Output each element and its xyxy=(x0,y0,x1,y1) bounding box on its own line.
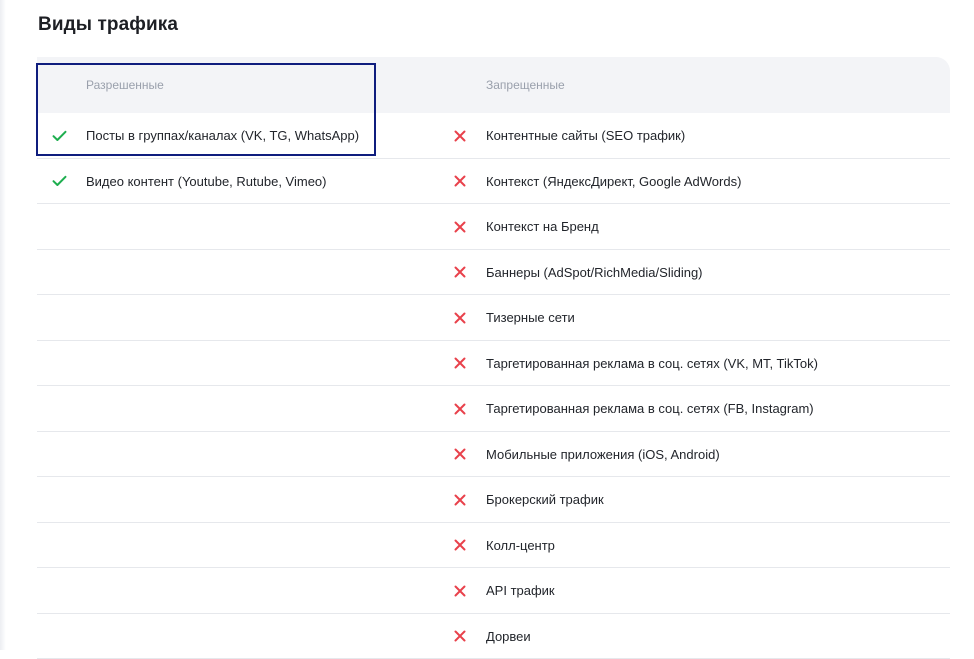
cross-icon xyxy=(451,446,468,463)
forbidden-label: API трафик xyxy=(486,583,555,598)
forbidden-cell: Контентные сайты (SEO трафик) xyxy=(451,113,941,158)
cross-icon xyxy=(451,491,468,508)
header-allowed: Разрешенные xyxy=(86,77,164,93)
table-row: Баннеры (AdSpot/RichMedia/Sliding) xyxy=(37,250,950,296)
cross-icon xyxy=(451,218,468,235)
forbidden-cell: Таргетированная реклама в соц. сетях (FB… xyxy=(451,386,941,431)
forbidden-cell: Баннеры (AdSpot/RichMedia/Sliding) xyxy=(451,250,941,295)
forbidden-label: Мобильные приложения (iOS, Android) xyxy=(486,447,720,462)
forbidden-cell: Тизерные сети xyxy=(451,295,941,340)
allowed-cell: Видео контент (Youtube, Rutube, Vimeo) xyxy=(51,159,431,204)
forbidden-cell: API трафик xyxy=(451,568,941,613)
forbidden-label: Баннеры (AdSpot/RichMedia/Sliding) xyxy=(486,265,703,280)
traffic-types-table: Разрешенные Запрещенные Посты в группах/… xyxy=(37,57,950,659)
allowed-label: Видео контент (Youtube, Rutube, Vimeo) xyxy=(86,174,327,189)
table-row: Колл-центр xyxy=(37,523,950,569)
forbidden-label: Контекст на Бренд xyxy=(486,219,599,234)
allowed-label: Посты в группах/каналах (VK, TG, WhatsAp… xyxy=(86,128,359,143)
forbidden-cell: Контекст (ЯндексДирект, Google AdWords) xyxy=(451,159,941,204)
left-edge-shadow xyxy=(0,0,6,650)
cross-icon xyxy=(451,400,468,417)
forbidden-label: Дорвеи xyxy=(486,629,531,644)
forbidden-label: Тизерные сети xyxy=(486,310,575,325)
table-row: Посты в группах/каналах (VK, TG, WhatsAp… xyxy=(37,113,950,159)
forbidden-cell: Колл-центр xyxy=(451,523,941,568)
cross-icon xyxy=(451,173,468,190)
table-body: Посты в группах/каналах (VK, TG, WhatsAp… xyxy=(37,113,950,659)
cross-icon xyxy=(451,582,468,599)
table-row: Таргетированная реклама в соц. сетях (VK… xyxy=(37,341,950,387)
table-row: Мобильные приложения (iOS, Android) xyxy=(37,432,950,478)
forbidden-label: Таргетированная реклама в соц. сетях (FB… xyxy=(486,401,814,416)
cross-icon xyxy=(451,355,468,372)
cross-icon xyxy=(451,127,468,144)
allowed-cell: Посты в группах/каналах (VK, TG, WhatsAp… xyxy=(51,113,431,158)
forbidden-cell: Контекст на Бренд xyxy=(451,204,941,249)
forbidden-label: Контекст (ЯндексДирект, Google AdWords) xyxy=(486,174,741,189)
table-row: Дорвеи xyxy=(37,614,950,659)
check-icon xyxy=(51,127,68,144)
table-row: Контекст на Бренд xyxy=(37,204,950,250)
cross-icon xyxy=(451,537,468,554)
table-header: Разрешенные Запрещенные xyxy=(37,57,950,113)
header-forbidden: Запрещенные xyxy=(486,77,565,93)
cross-icon xyxy=(451,309,468,326)
table-row: API трафик xyxy=(37,568,950,614)
forbidden-cell: Таргетированная реклама в соц. сетях (VK… xyxy=(451,341,941,386)
check-icon xyxy=(51,173,68,190)
table-row: Брокерский трафик xyxy=(37,477,950,523)
forbidden-cell: Брокерский трафик xyxy=(451,477,941,522)
cross-icon xyxy=(451,628,468,645)
table-row: Видео контент (Youtube, Rutube, Vimeo) Ко… xyxy=(37,159,950,205)
forbidden-label: Брокерский трафик xyxy=(486,492,604,507)
forbidden-cell: Дорвеи xyxy=(451,614,941,659)
table-row: Таргетированная реклама в соц. сетях (FB… xyxy=(37,386,950,432)
cross-icon xyxy=(451,264,468,281)
forbidden-label: Таргетированная реклама в соц. сетях (VK… xyxy=(486,356,818,371)
forbidden-label: Колл-центр xyxy=(486,538,555,553)
forbidden-cell: Мобильные приложения (iOS, Android) xyxy=(451,432,941,477)
page-title: Виды трафика xyxy=(38,14,178,36)
forbidden-label: Контентные сайты (SEO трафик) xyxy=(486,128,685,143)
table-row: Тизерные сети xyxy=(37,295,950,341)
